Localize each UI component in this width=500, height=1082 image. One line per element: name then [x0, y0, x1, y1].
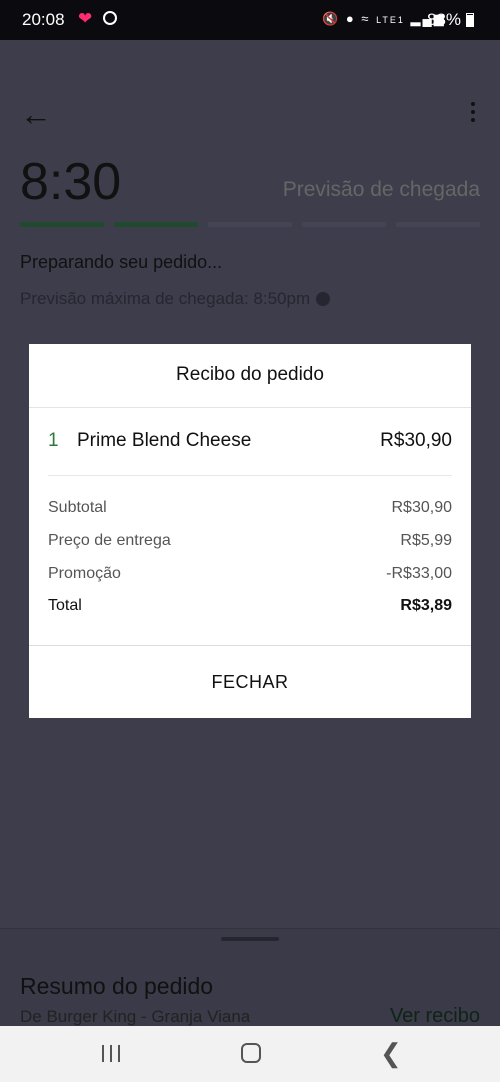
back-arrow-icon[interactable]: ← — [20, 98, 52, 130]
sheet-handle[interactable] — [221, 937, 279, 941]
heart-icon: ❤ — [78, 9, 93, 28]
whatsapp-icon — [103, 11, 117, 25]
order-status-text: Preparando seu pedido... — [20, 252, 223, 272]
progress-step — [396, 222, 480, 227]
progress-step — [208, 222, 292, 227]
order-progress-bar — [20, 222, 480, 227]
eta-time: 8:30 — [20, 153, 122, 211]
divider — [48, 475, 452, 476]
status-bar: 20:08 ❤ 🔇 ● ≈ LTE1 ▂▄▆ 88% — [0, 0, 500, 40]
subtotal-label: Subtotal — [48, 499, 107, 516]
promotion-value: -R$33,00 — [386, 565, 452, 582]
mute-icon: 🔇 — [322, 11, 341, 26]
delivery-fee-label: Preço de entrega — [48, 532, 171, 549]
close-button[interactable]: FECHAR — [29, 646, 471, 718]
more-options-icon[interactable] — [466, 102, 480, 126]
android-nav-bar: ❮ — [0, 1026, 500, 1082]
eta-label: Previsão de chegada — [282, 178, 480, 201]
info-icon[interactable] — [316, 292, 331, 306]
total-label: Total — [48, 597, 82, 614]
max-eta-text: Previsão máxima de chegada: 8:50pm — [20, 289, 331, 309]
dialog-title: Recibo do pedido — [29, 344, 471, 408]
status-time: 20:08 — [22, 10, 65, 29]
max-eta-label: Previsão máxima de chegada: 8:50pm — [20, 289, 311, 308]
item-price: R$30,90 — [380, 430, 452, 451]
progress-step — [302, 222, 386, 227]
wifi-icon: ≈ — [361, 11, 371, 26]
back-nav-icon[interactable]: ❮ — [380, 1040, 402, 1066]
item-quantity: 1 — [48, 430, 59, 451]
battery-icon — [466, 13, 474, 27]
total-value: R$3,89 — [400, 597, 452, 614]
progress-step — [114, 222, 198, 227]
item-name: Prime Blend Cheese — [77, 430, 252, 451]
progress-step — [20, 222, 104, 227]
view-receipt-link[interactable]: Ver recibo — [390, 1005, 480, 1028]
battery-percent: 88% — [427, 10, 462, 29]
restaurant-name: De Burger King - Granja Viana — [20, 1007, 251, 1026]
subtotal-value: R$30,90 — [391, 499, 453, 516]
location-icon: ● — [345, 11, 356, 26]
receipt-dialog: Recibo do pedido 1 Prime Blend Cheese R$… — [29, 344, 471, 718]
summary-title: Resumo do pedido — [20, 973, 214, 999]
home-icon[interactable] — [241, 1043, 261, 1063]
delivery-fee-value: R$5,99 — [400, 532, 452, 549]
order-summary-sheet[interactable]: Resumo do pedido De Burger King - Granja… — [0, 928, 500, 1027]
network-label: LTE1 — [376, 15, 405, 25]
promotion-label: Promoção — [48, 565, 121, 582]
recent-apps-icon[interactable] — [100, 1045, 122, 1063]
